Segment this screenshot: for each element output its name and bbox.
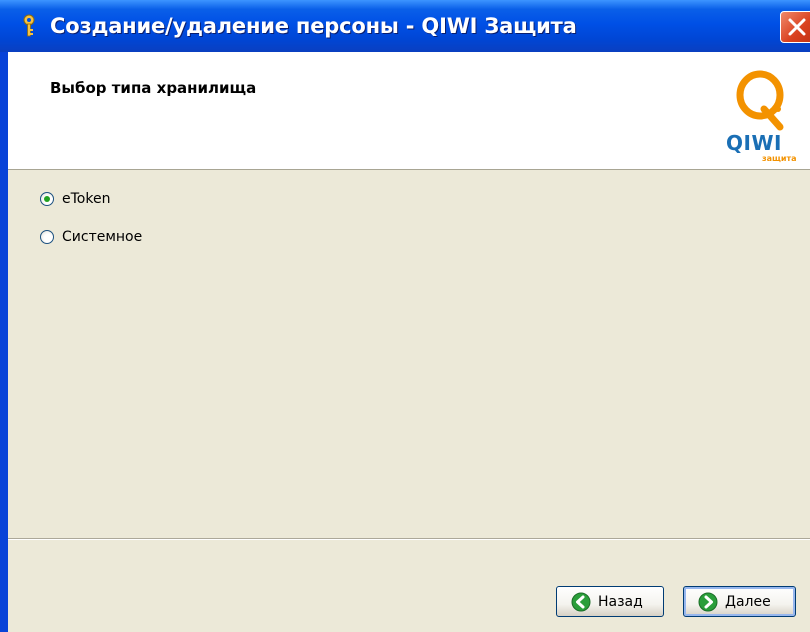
radio-system[interactable]: Системное: [40, 227, 142, 247]
next-button-label: Далее: [725, 593, 771, 610]
window-title: Создание/удаление персоны - QIWI Защита: [50, 14, 577, 38]
radio-dot: [44, 196, 50, 202]
arrow-left-icon: [571, 592, 591, 611]
arrow-right-icon: [698, 592, 718, 611]
dialog-body: Выбор типа хранилища QIWI защита eToken …: [8, 52, 810, 632]
next-button[interactable]: Далее: [683, 586, 796, 617]
logo-text: QIWI: [726, 131, 782, 155]
back-button-label: Назад: [598, 593, 643, 610]
back-button[interactable]: Назад: [556, 586, 664, 617]
qiwi-logo-icon: [736, 70, 784, 131]
page-title: Выбор типа хранилища: [50, 79, 257, 97]
footer-divider: [8, 538, 810, 540]
close-icon: [788, 18, 806, 36]
title-bar[interactable]: Создание/удаление персоны - QIWI Защита: [0, 0, 810, 52]
dialog-window: Создание/удаление персоны - QIWI Защита …: [0, 0, 810, 632]
close-button[interactable]: [780, 11, 810, 43]
radio-button[interactable]: [40, 230, 54, 244]
wizard-header: Выбор типа хранилища QIWI защита: [8, 52, 810, 170]
radio-label-etoken[interactable]: eToken: [62, 191, 110, 207]
key-icon: [22, 14, 36, 38]
radio-label-system[interactable]: Системное: [62, 229, 142, 245]
radio-button-selected[interactable]: [40, 192, 54, 206]
radio-etoken[interactable]: eToken: [40, 189, 110, 209]
logo-subtext: защита: [762, 154, 797, 163]
qiwi-logo: QIWI защита: [720, 65, 800, 165]
window-frame-left: [0, 52, 8, 632]
